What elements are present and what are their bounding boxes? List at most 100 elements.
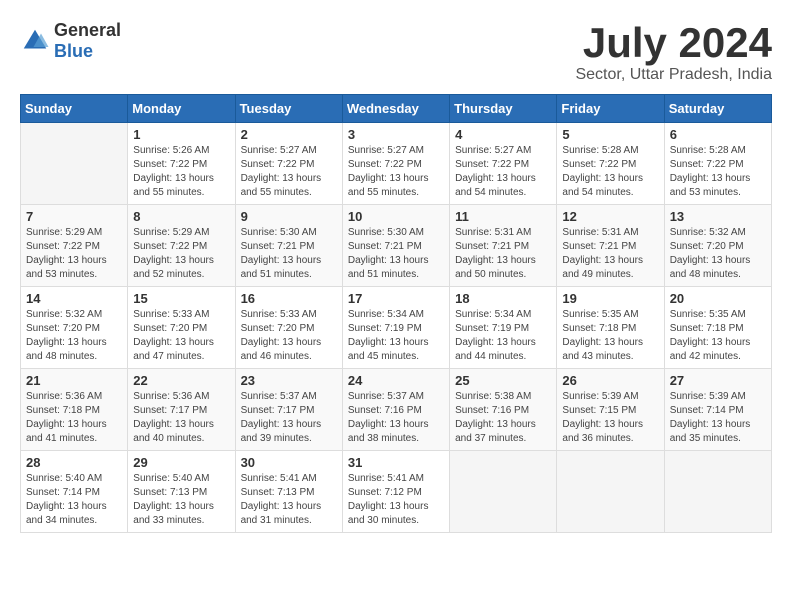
day-info: Sunrise: 5:27 AM Sunset: 7:22 PM Dayligh… [241, 144, 337, 200]
day-info: Sunrise: 5:39 AM Sunset: 7:15 PM Dayligh… [562, 390, 658, 446]
calendar-header-row: SundayMondayTuesdayWednesdayThursdayFrid… [21, 95, 772, 123]
logo-blue: Blue [54, 41, 93, 61]
calendar-cell: 5 Sunrise: 5:28 AM Sunset: 7:22 PM Daylig… [557, 123, 664, 205]
header-monday: Monday [128, 95, 235, 123]
day-number: 6 [670, 127, 766, 142]
calendar-cell: 30 Sunrise: 5:41 AM Sunset: 7:13 PM Dayli… [235, 451, 342, 533]
calendar-cell: 28Sunrise: 5:40 AM Sunset: 7:14 PM Dayli… [21, 451, 128, 533]
day-info: Sunrise: 5:39 AM Sunset: 7:14 PM Dayligh… [670, 390, 766, 446]
calendar-cell: 29 Sunrise: 5:40 AM Sunset: 7:13 PM Dayli… [128, 451, 235, 533]
week-row-5: 28Sunrise: 5:40 AM Sunset: 7:14 PM Dayli… [21, 451, 772, 533]
day-number: 26 [562, 373, 658, 388]
day-info: Sunrise: 5:41 AM Sunset: 7:12 PM Dayligh… [348, 472, 444, 528]
day-info: Sunrise: 5:28 AM Sunset: 7:22 PM Dayligh… [562, 144, 658, 200]
day-info: Sunrise: 5:38 AM Sunset: 7:16 PM Dayligh… [455, 390, 551, 446]
day-info: Sunrise: 5:35 AM Sunset: 7:18 PM Dayligh… [562, 308, 658, 364]
day-info: Sunrise: 5:37 AM Sunset: 7:17 PM Dayligh… [241, 390, 337, 446]
day-info: Sunrise: 5:32 AM Sunset: 7:20 PM Dayligh… [670, 226, 766, 282]
day-number: 8 [133, 209, 229, 224]
calendar-cell: 12Sunrise: 5:31 AM Sunset: 7:21 PM Dayli… [557, 205, 664, 287]
day-number: 19 [562, 291, 658, 306]
day-info: Sunrise: 5:30 AM Sunset: 7:21 PM Dayligh… [241, 226, 337, 282]
calendar-cell: 14Sunrise: 5:32 AM Sunset: 7:20 PM Dayli… [21, 287, 128, 369]
day-number: 31 [348, 455, 444, 470]
calendar-cell: 3 Sunrise: 5:27 AM Sunset: 7:22 PM Daylig… [342, 123, 449, 205]
calendar-cell: 8 Sunrise: 5:29 AM Sunset: 7:22 PM Daylig… [128, 205, 235, 287]
header-wednesday: Wednesday [342, 95, 449, 123]
calendar-cell [664, 451, 771, 533]
day-number: 15 [133, 291, 229, 306]
day-number: 17 [348, 291, 444, 306]
calendar-cell: 11 Sunrise: 5:31 AM Sunset: 7:21 PM Dayli… [450, 205, 557, 287]
calendar-table: SundayMondayTuesdayWednesdayThursdayFrid… [20, 94, 772, 533]
day-info: Sunrise: 5:33 AM Sunset: 7:20 PM Dayligh… [133, 308, 229, 364]
day-number: 2 [241, 127, 337, 142]
day-number: 3 [348, 127, 444, 142]
day-number: 1 [133, 127, 229, 142]
day-number: 11 [455, 209, 551, 224]
header-tuesday: Tuesday [235, 95, 342, 123]
day-info: Sunrise: 5:34 AM Sunset: 7:19 PM Dayligh… [348, 308, 444, 364]
day-info: Sunrise: 5:30 AM Sunset: 7:21 PM Dayligh… [348, 226, 444, 282]
calendar-cell: 20 Sunrise: 5:35 AM Sunset: 7:18 PM Dayli… [664, 287, 771, 369]
day-number: 21 [26, 373, 122, 388]
day-number: 24 [348, 373, 444, 388]
calendar-cell: 4 Sunrise: 5:27 AM Sunset: 7:22 PM Daylig… [450, 123, 557, 205]
week-row-3: 14Sunrise: 5:32 AM Sunset: 7:20 PM Dayli… [21, 287, 772, 369]
day-number: 22 [133, 373, 229, 388]
calendar-cell: 22 Sunrise: 5:36 AM Sunset: 7:17 PM Dayli… [128, 369, 235, 451]
logo: General Blue [20, 20, 121, 62]
day-number: 13 [670, 209, 766, 224]
week-row-2: 7Sunrise: 5:29 AM Sunset: 7:22 PM Daylig… [21, 205, 772, 287]
calendar-cell: 16Sunrise: 5:33 AM Sunset: 7:20 PM Dayli… [235, 287, 342, 369]
day-number: 10 [348, 209, 444, 224]
day-info: Sunrise: 5:40 AM Sunset: 7:13 PM Dayligh… [133, 472, 229, 528]
calendar-cell: 23Sunrise: 5:37 AM Sunset: 7:17 PM Dayli… [235, 369, 342, 451]
day-info: Sunrise: 5:31 AM Sunset: 7:21 PM Dayligh… [562, 226, 658, 282]
day-info: Sunrise: 5:32 AM Sunset: 7:20 PM Dayligh… [26, 308, 122, 364]
calendar-title: July 2024 [575, 20, 772, 66]
page-header: General Blue July 2024 Sector, Uttar Pra… [20, 20, 772, 84]
calendar-cell: 25Sunrise: 5:38 AM Sunset: 7:16 PM Dayli… [450, 369, 557, 451]
title-section: July 2024 Sector, Uttar Pradesh, India [575, 20, 772, 84]
day-number: 5 [562, 127, 658, 142]
calendar-cell: 27Sunrise: 5:39 AM Sunset: 7:14 PM Dayli… [664, 369, 771, 451]
day-number: 20 [670, 291, 766, 306]
day-info: Sunrise: 5:33 AM Sunset: 7:20 PM Dayligh… [241, 308, 337, 364]
calendar-cell: 17 Sunrise: 5:34 AM Sunset: 7:19 PM Dayli… [342, 287, 449, 369]
calendar-cell: 13 Sunrise: 5:32 AM Sunset: 7:20 PM Dayli… [664, 205, 771, 287]
header-sunday: Sunday [21, 95, 128, 123]
day-info: Sunrise: 5:27 AM Sunset: 7:22 PM Dayligh… [348, 144, 444, 200]
day-number: 30 [241, 455, 337, 470]
calendar-cell: 10 Sunrise: 5:30 AM Sunset: 7:21 PM Dayli… [342, 205, 449, 287]
day-info: Sunrise: 5:35 AM Sunset: 7:18 PM Dayligh… [670, 308, 766, 364]
calendar-cell [450, 451, 557, 533]
calendar-cell: 18Sunrise: 5:34 AM Sunset: 7:19 PM Dayli… [450, 287, 557, 369]
calendar-cell: 7Sunrise: 5:29 AM Sunset: 7:22 PM Daylig… [21, 205, 128, 287]
day-info: Sunrise: 5:29 AM Sunset: 7:22 PM Dayligh… [133, 226, 229, 282]
header-saturday: Saturday [664, 95, 771, 123]
day-info: Sunrise: 5:41 AM Sunset: 7:13 PM Dayligh… [241, 472, 337, 528]
day-info: Sunrise: 5:37 AM Sunset: 7:16 PM Dayligh… [348, 390, 444, 446]
day-info: Sunrise: 5:28 AM Sunset: 7:22 PM Dayligh… [670, 144, 766, 200]
logo-icon [20, 26, 50, 56]
calendar-cell: 31 Sunrise: 5:41 AM Sunset: 7:12 PM Dayli… [342, 451, 449, 533]
logo-general: General [54, 20, 121, 40]
calendar-cell [557, 451, 664, 533]
day-number: 28 [26, 455, 122, 470]
day-info: Sunrise: 5:27 AM Sunset: 7:22 PM Dayligh… [455, 144, 551, 200]
day-number: 29 [133, 455, 229, 470]
calendar-cell: 6 Sunrise: 5:28 AM Sunset: 7:22 PM Daylig… [664, 123, 771, 205]
day-info: Sunrise: 5:36 AM Sunset: 7:17 PM Dayligh… [133, 390, 229, 446]
day-info: Sunrise: 5:34 AM Sunset: 7:19 PM Dayligh… [455, 308, 551, 364]
calendar-cell: 15 Sunrise: 5:33 AM Sunset: 7:20 PM Dayli… [128, 287, 235, 369]
week-row-1: 1Sunrise: 5:26 AM Sunset: 7:22 PM Daylig… [21, 123, 772, 205]
header-thursday: Thursday [450, 95, 557, 123]
calendar-cell: 19 Sunrise: 5:35 AM Sunset: 7:18 PM Dayli… [557, 287, 664, 369]
day-number: 9 [241, 209, 337, 224]
day-info: Sunrise: 5:29 AM Sunset: 7:22 PM Dayligh… [26, 226, 122, 282]
day-info: Sunrise: 5:31 AM Sunset: 7:21 PM Dayligh… [455, 226, 551, 282]
calendar-cell: 9 Sunrise: 5:30 AM Sunset: 7:21 PM Daylig… [235, 205, 342, 287]
day-number: 4 [455, 127, 551, 142]
calendar-subtitle: Sector, Uttar Pradesh, India [575, 66, 772, 84]
